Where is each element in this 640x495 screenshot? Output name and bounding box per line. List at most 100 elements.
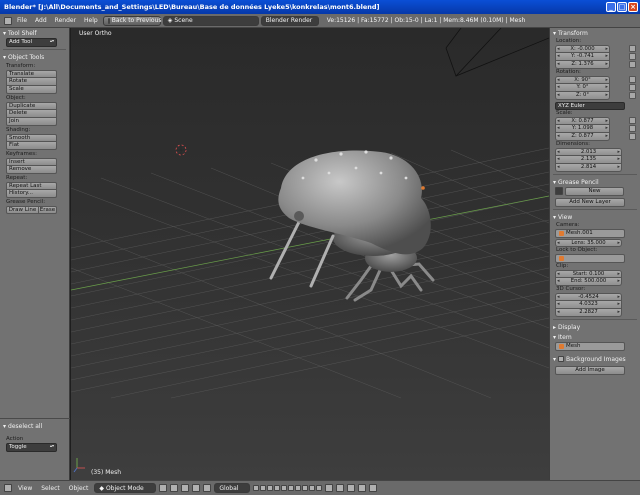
tool-shelf-header[interactable]: ▾ Tool Shelf: [0, 28, 69, 38]
duplicate-button[interactable]: Duplicate: [6, 102, 57, 110]
menu-view[interactable]: View: [15, 485, 35, 492]
view-panel-header[interactable]: ▾ View: [550, 212, 640, 222]
layer-button[interactable]: [260, 485, 267, 491]
lock-icon[interactable]: [629, 117, 636, 124]
rotate-button[interactable]: Rotate: [6, 78, 57, 86]
manipulator-icon[interactable]: [181, 484, 190, 492]
shading-icon[interactable]: [159, 484, 168, 492]
draw-line-button[interactable]: Draw Line: [6, 206, 39, 214]
layer-button[interactable]: [274, 485, 281, 491]
remove-keyframe-button[interactable]: Remove: [6, 166, 57, 174]
background-images-panel-header[interactable]: ▾ Background Images: [550, 354, 640, 364]
render-engine-dropdown[interactable]: Blender Render: [260, 15, 319, 26]
minimize-button[interactable]: _: [606, 2, 616, 12]
lock-icon[interactable]: [629, 61, 636, 68]
dimension-z-field[interactable]: 2.814: [555, 164, 622, 172]
layer-button[interactable]: [316, 485, 323, 491]
checkbox-icon[interactable]: [558, 356, 565, 362]
clip-start-field[interactable]: Start: 0.100: [555, 270, 622, 278]
pivot-icon[interactable]: [170, 484, 179, 492]
snap-target-icon[interactable]: [347, 484, 356, 492]
display-panel-header[interactable]: ▸ Display: [550, 322, 640, 332]
layer-button[interactable]: [288, 485, 295, 491]
item-panel-header[interactable]: ▾ Item: [550, 332, 640, 342]
scene-selector[interactable]: ◈ Scene: [162, 15, 259, 26]
lock-camera-icon[interactable]: [325, 484, 334, 492]
rotation-z-field[interactable]: Z: 0°: [555, 92, 610, 100]
menu-object[interactable]: Object: [66, 485, 92, 492]
scale-y-field[interactable]: Y: 1.098: [555, 125, 610, 133]
mode-dropdown[interactable]: ◆ Object Mode: [94, 483, 157, 493]
render-animation-icon[interactable]: [369, 484, 378, 492]
location-z-field[interactable]: Z: 1.376: [555, 61, 610, 69]
menu-file[interactable]: File: [14, 17, 30, 24]
lock-icon[interactable]: [629, 76, 636, 83]
layer-button[interactable]: [295, 485, 302, 491]
action-dropdown[interactable]: Toggle: [6, 443, 57, 452]
location-y-field[interactable]: Y: -0.741: [555, 53, 610, 61]
history-button[interactable]: History...: [6, 190, 57, 198]
clip-end-field[interactable]: End: 500.000: [555, 278, 622, 286]
lock-icon[interactable]: [629, 125, 636, 132]
transform-panel-header[interactable]: ▾ Transform: [550, 28, 640, 38]
camera-field[interactable]: Mesh.001: [555, 229, 625, 238]
lens-field[interactable]: Lens: 35.000: [555, 239, 622, 247]
rotation-y-field[interactable]: Y: 0°: [555, 84, 610, 92]
new-grease-pencil-button[interactable]: New: [565, 187, 624, 196]
cursor-z-field[interactable]: 2.2827: [555, 309, 622, 317]
viewport-scene[interactable]: [71, 28, 549, 480]
location-x-field[interactable]: X: -0.000: [555, 45, 610, 53]
lock-icon[interactable]: [629, 84, 636, 91]
add-new-layer-button[interactable]: Add New Layer: [555, 198, 625, 207]
transform-orientation-dropdown[interactable]: Global: [214, 483, 251, 493]
grease-pencil-panel-header[interactable]: ▾ Grease Pencil: [550, 177, 640, 187]
blender-logo-icon[interactable]: [4, 16, 12, 25]
operator-panel-header[interactable]: ▾ deselect all: [0, 421, 70, 431]
lock-to-object-field[interactable]: [555, 254, 625, 263]
render-icon[interactable]: [358, 484, 367, 492]
item-name-field[interactable]: Mesh: [555, 342, 625, 351]
cursor-x-field[interactable]: -0.4524: [555, 293, 622, 301]
maximize-button[interactable]: □: [617, 2, 627, 12]
layer-button[interactable]: [302, 485, 309, 491]
lock-icon[interactable]: [629, 92, 636, 99]
translate-manipulator-icon[interactable]: [192, 484, 201, 492]
layer-button[interactable]: [281, 485, 288, 491]
dimension-x-field[interactable]: 2.013: [555, 148, 622, 156]
cursor-y-field[interactable]: 4.0323: [555, 301, 622, 309]
scale-z-field[interactable]: Z: 0.877: [555, 133, 610, 141]
flat-button[interactable]: Flat: [6, 142, 57, 150]
join-button[interactable]: Join: [6, 118, 57, 126]
translate-button[interactable]: Translate: [6, 70, 57, 78]
menu-add[interactable]: Add: [32, 17, 50, 24]
snap-icon[interactable]: [336, 484, 345, 492]
layer-button[interactable]: [253, 485, 260, 491]
camera-object[interactable]: [445, 28, 549, 77]
back-to-previous-button[interactable]: Back to Previous: [102, 15, 162, 26]
3d-cursor-icon[interactable]: [175, 144, 187, 156]
insert-keyframe-button[interactable]: Insert: [6, 158, 57, 166]
smooth-button[interactable]: Smooth: [6, 134, 57, 142]
add-tool-dropdown[interactable]: Add Tool: [6, 38, 57, 47]
object-tools-header[interactable]: ▾ Object Tools: [0, 52, 69, 62]
delete-button[interactable]: Delete: [6, 110, 57, 118]
lock-icon[interactable]: [629, 53, 636, 60]
pencil-icon[interactable]: [555, 187, 563, 195]
rotation-mode-dropdown[interactable]: XYZ Euler: [555, 102, 625, 110]
rotate-manipulator-icon[interactable]: [203, 484, 212, 492]
lock-icon[interactable]: [629, 133, 636, 140]
erase-button[interactable]: Erase: [38, 206, 57, 214]
dimension-y-field[interactable]: 2.135: [555, 156, 622, 164]
layer-button[interactable]: [267, 485, 274, 491]
layer-button[interactable]: [309, 485, 316, 491]
menu-render[interactable]: Render: [52, 17, 79, 24]
menu-help[interactable]: Help: [81, 17, 101, 24]
menu-select[interactable]: Select: [38, 485, 63, 492]
scale-button[interactable]: Scale: [6, 86, 57, 94]
close-button[interactable]: ×: [628, 2, 638, 12]
rotation-x-field[interactable]: X: 90°: [555, 76, 610, 84]
scale-x-field[interactable]: X: 0.877: [555, 117, 610, 125]
repeat-last-button[interactable]: Repeat Last: [6, 182, 57, 190]
add-image-button[interactable]: Add Image: [555, 366, 625, 375]
editor-type-icon[interactable]: [4, 484, 12, 492]
